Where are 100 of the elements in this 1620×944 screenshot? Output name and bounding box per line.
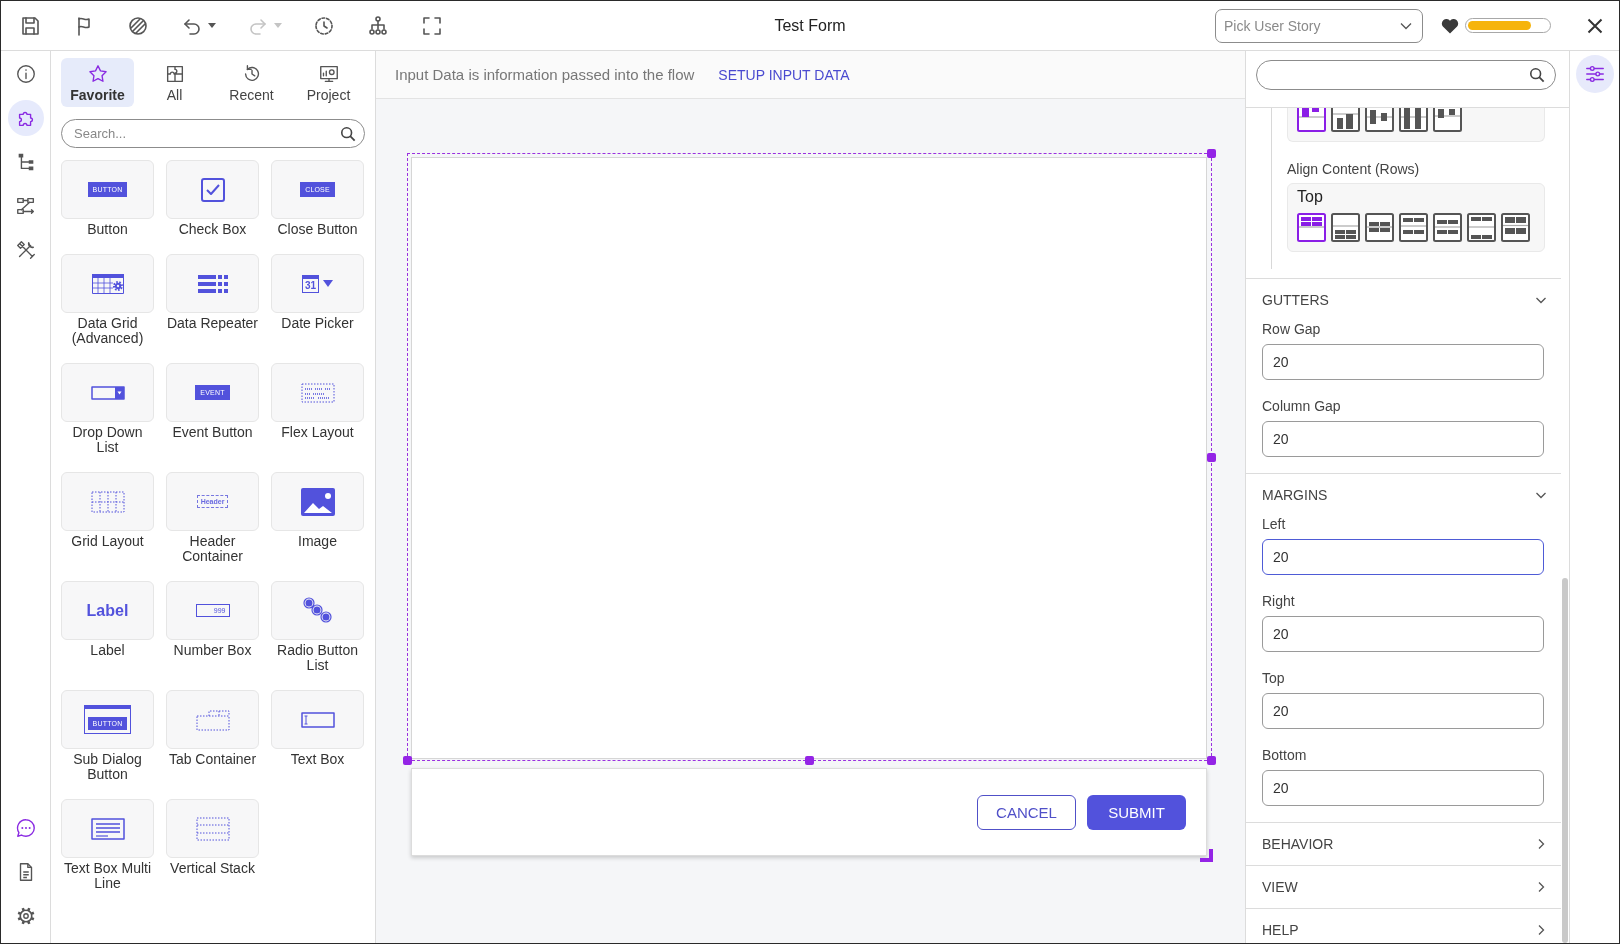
component-label: Radio Button List	[276, 643, 359, 673]
align-option-icon[interactable]	[1399, 108, 1428, 132]
toolbar-button[interactable]	[366, 13, 390, 38]
align-option-icon[interactable]	[1331, 213, 1360, 242]
text-box-icon	[300, 711, 335, 728]
cancel-button[interactable]: CANCEL	[977, 794, 1076, 830]
submit-button[interactable]: SUBMIT	[1087, 794, 1186, 830]
close-icon	[1587, 17, 1603, 34]
component-label: Flex Layout	[280, 425, 355, 440]
component-label: Sub Dialog Button	[72, 752, 143, 782]
star-icon	[86, 62, 109, 85]
align-option-icon[interactable]	[1365, 108, 1394, 132]
component-label: Drop Down List	[71, 425, 144, 455]
sitemap-icon	[366, 13, 390, 38]
setup-input-link[interactable]: SETUP INPUT DATA	[718, 66, 850, 83]
info-icon	[14, 63, 37, 85]
tools-icon	[14, 239, 37, 261]
component-tile[interactable]	[271, 581, 364, 640]
section-header[interactable]: BEHAVIOR	[1246, 823, 1561, 865]
section-header[interactable]: VIEW	[1246, 866, 1561, 908]
component-tile[interactable]	[61, 363, 154, 422]
component-label: Close Button	[276, 222, 359, 237]
component-label: Date Picker	[280, 316, 355, 331]
chat-icon	[14, 817, 37, 839]
text-area-icon	[90, 817, 125, 840]
image-icon	[300, 487, 335, 516]
component-label: Image	[297, 534, 338, 549]
input-field[interactable]: 20	[1262, 770, 1544, 806]
user-story-dropdown[interactable]: Pick User Story	[1215, 8, 1423, 43]
checkbox-icon	[198, 175, 227, 204]
align-option-icon[interactable]	[1365, 213, 1394, 242]
component-label: Button	[86, 222, 129, 237]
palette-tab[interactable]: Project	[292, 58, 365, 107]
selection-handle[interactable]	[1207, 756, 1216, 765]
align-option-icon[interactable]	[1297, 108, 1326, 132]
flow-icon	[14, 195, 37, 217]
caret-icon	[274, 23, 282, 28]
section-header[interactable]: MARGINS	[1246, 474, 1561, 516]
component-label: Number Box	[172, 643, 253, 658]
palette-tab[interactable]: Favorite	[61, 58, 134, 107]
close-button[interactable]	[1587, 17, 1603, 34]
selection-handle[interactable]	[1207, 149, 1216, 158]
data-grid-icon	[90, 272, 125, 295]
align-option-icon[interactable]	[1297, 213, 1326, 242]
component-tile[interactable]	[61, 799, 154, 858]
align-option-icon[interactable]	[1399, 213, 1428, 242]
field-label: Row Gap	[1262, 321, 1322, 337]
sidebar-button[interactable]	[1575, 55, 1614, 93]
component-tile[interactable]: Label	[61, 581, 154, 640]
component-label: Vertical Stack	[169, 861, 256, 876]
heart-icon	[1441, 17, 1459, 34]
input-field[interactable]: 20	[1262, 421, 1544, 457]
input-field[interactable]: 20	[1262, 344, 1544, 380]
component-label: Data Grid (Advanced)	[70, 316, 145, 346]
component-label: Grid Layout	[70, 534, 145, 549]
component-label: Text Box	[289, 752, 346, 767]
input-field[interactable]: 20	[1262, 539, 1544, 575]
field-label: Bottom	[1262, 747, 1308, 763]
field-label: Left	[1262, 516, 1287, 532]
input-field[interactable]: 20	[1262, 693, 1544, 729]
resize-handle-icon[interactable]	[1200, 849, 1213, 862]
component-tile[interactable]	[166, 690, 259, 749]
dropdown-icon	[90, 385, 125, 400]
component-tile[interactable]	[61, 472, 154, 531]
component-tile[interactable]	[166, 160, 259, 219]
option-value: Top	[1297, 188, 1324, 206]
component-tile[interactable]	[271, 690, 364, 749]
section-header[interactable]: HELP	[1246, 909, 1561, 943]
tab-container-icon	[195, 708, 230, 731]
search-icon	[1529, 67, 1545, 83]
radio-dots-icon	[302, 597, 333, 624]
align-option-icon[interactable]	[1331, 108, 1360, 132]
component-tile[interactable]	[61, 254, 154, 313]
sidebar-button[interactable]	[7, 100, 44, 136]
selection-handle[interactable]	[1207, 452, 1216, 462]
info-text: Input Data is information passed into the flow	[395, 66, 695, 83]
component-tile[interactable]	[166, 254, 259, 313]
search-icon	[340, 125, 356, 142]
align-option-icon[interactable]	[1433, 213, 1462, 242]
component-tile[interactable]	[166, 799, 259, 858]
input-field[interactable]: 20	[1262, 616, 1544, 652]
palette-tab[interactable]: Recent	[215, 58, 288, 107]
align-option-icon[interactable]	[1501, 213, 1530, 242]
component-tile[interactable]: 31	[271, 254, 364, 313]
align-option-icon[interactable]	[1433, 108, 1462, 132]
scrollbar-thumb[interactable]	[1562, 578, 1568, 943]
list-rows-icon	[196, 273, 229, 294]
selection-handle[interactable]	[805, 756, 814, 765]
component-tile[interactable]	[271, 472, 364, 531]
selection-handle[interactable]	[403, 756, 412, 765]
component-tile[interactable]	[271, 363, 364, 422]
align-option-icon[interactable]	[1467, 213, 1496, 242]
palette-tab[interactable]: All	[138, 58, 211, 107]
section-header[interactable]: GUTTERS	[1246, 279, 1561, 321]
caret-icon	[323, 280, 334, 287]
component-label: Event Button	[171, 425, 254, 440]
component-label: Header Container	[181, 534, 244, 564]
chevron-down-icon	[1400, 21, 1412, 30]
component-label: Tab Container	[167, 752, 258, 767]
flex-layout-icon	[300, 382, 335, 403]
